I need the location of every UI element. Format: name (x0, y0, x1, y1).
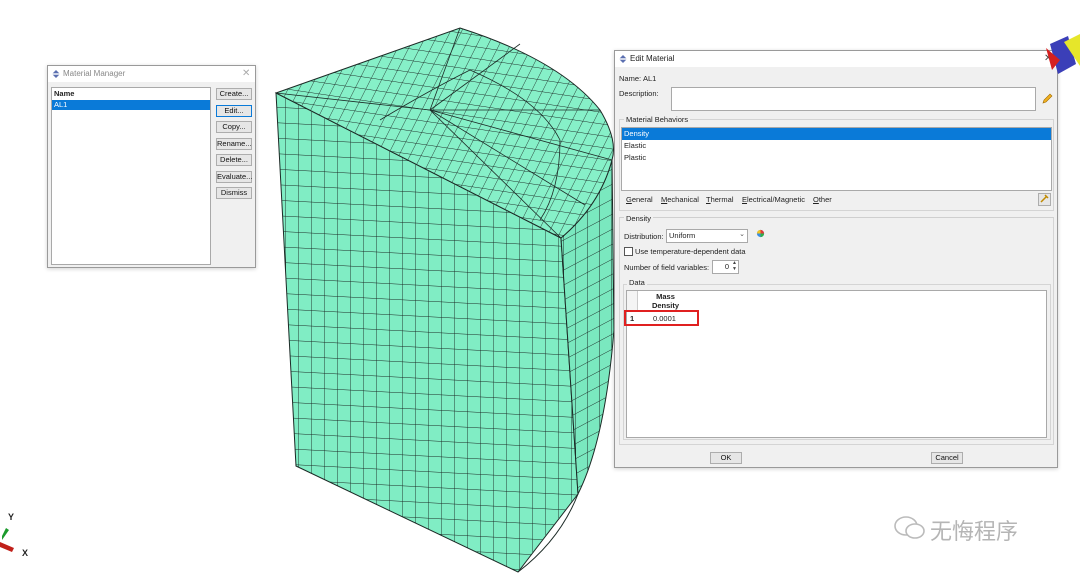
name-value: AL1 (643, 74, 657, 83)
delete-button[interactable]: Delete... (216, 154, 252, 166)
color-wheel-icon[interactable] (756, 229, 765, 238)
highlight-box (624, 310, 699, 326)
wechat-icon (894, 516, 925, 539)
material-list-item[interactable]: AL1 (52, 100, 210, 110)
behavior-item-plastic[interactable]: Plastic (622, 152, 1051, 164)
column-header-mass-density: Mass Density (651, 292, 680, 310)
rename-button[interactable]: Rename... (216, 137, 252, 150)
field-vars-value: 0 (724, 262, 729, 271)
field-vars-spinner[interactable]: 0 ▲ ▼ (712, 260, 739, 274)
menu-general[interactable]: General (626, 195, 653, 204)
spinner-arrows-icon[interactable]: ▲ ▼ (732, 260, 737, 272)
axis-triad (0, 528, 14, 552)
wrench-icon (1040, 194, 1049, 203)
material-manager-titlebar: Material Manager ✕ (48, 66, 255, 82)
description-label: Description: (619, 89, 659, 98)
ok-button[interactable]: OK (710, 452, 742, 464)
edit-button[interactable]: Edit... (216, 104, 252, 117)
abaqus-icon (619, 55, 627, 63)
data-label: Data (627, 278, 647, 287)
cancel-button[interactable]: Cancel (931, 452, 963, 464)
abaqus-icon (52, 70, 60, 78)
distribution-select[interactable]: Uniform ⌄ (666, 229, 748, 243)
behaviors-list: Density Elastic Plastic (621, 127, 1052, 191)
close-icon[interactable]: ✕ (242, 68, 250, 79)
edit-pencil-icon[interactable] (1042, 93, 1053, 104)
triad-y-label: Y (8, 512, 15, 522)
name-label: Name: (619, 74, 642, 83)
temp-dependent-label: Use temperature-dependent data (635, 247, 746, 256)
list-header: Name (54, 89, 75, 98)
edit-material-titlebar: Edit Material ✕ (615, 51, 1057, 67)
menu-electrical-magnetic[interactable]: Electrical/Magnetic (742, 195, 805, 204)
delete-behavior-button[interactable] (1038, 193, 1051, 206)
logo-fragment-icon (1046, 34, 1080, 74)
distribution-label: Distribution: (624, 232, 664, 241)
evaluate-button[interactable]: Evaluate... (216, 170, 252, 183)
distribution-value: Uniform (669, 231, 696, 240)
triad-x-label: X (22, 548, 29, 558)
description-field[interactable] (671, 87, 1036, 111)
watermark-text: 无悔程序 (930, 520, 1019, 545)
copy-button[interactable]: Copy... (216, 121, 252, 133)
temp-dependent-checkbox[interactable] (624, 247, 633, 256)
material-manager-title: Material Manager (63, 69, 126, 78)
menu-thermal[interactable]: Thermal (706, 195, 734, 204)
field-vars-label: Number of field variables: (624, 263, 710, 272)
create-button[interactable]: Create... (216, 88, 252, 100)
behavior-item-elastic[interactable]: Elastic (622, 140, 1051, 152)
menu-mechanical[interactable]: Mechanical (661, 195, 699, 204)
dismiss-button[interactable]: Dismiss (216, 187, 252, 199)
menu-other[interactable]: Other (813, 195, 832, 204)
edit-material-window: Edit Material ✕ Name: AL1 Description: M… (614, 50, 1058, 468)
edit-material-title: Edit Material (630, 54, 675, 63)
table-corner (627, 291, 638, 311)
chevron-down-icon: ⌄ (739, 231, 745, 238)
density-section-title: Density (624, 214, 654, 223)
material-list: Name AL1 (51, 87, 211, 265)
material-manager-window: Material Manager ✕ Name AL1 Create... Edi… (47, 65, 256, 268)
behavior-item-density[interactable]: Density (622, 128, 1051, 140)
behaviors-header: Material Behaviors (624, 115, 691, 124)
